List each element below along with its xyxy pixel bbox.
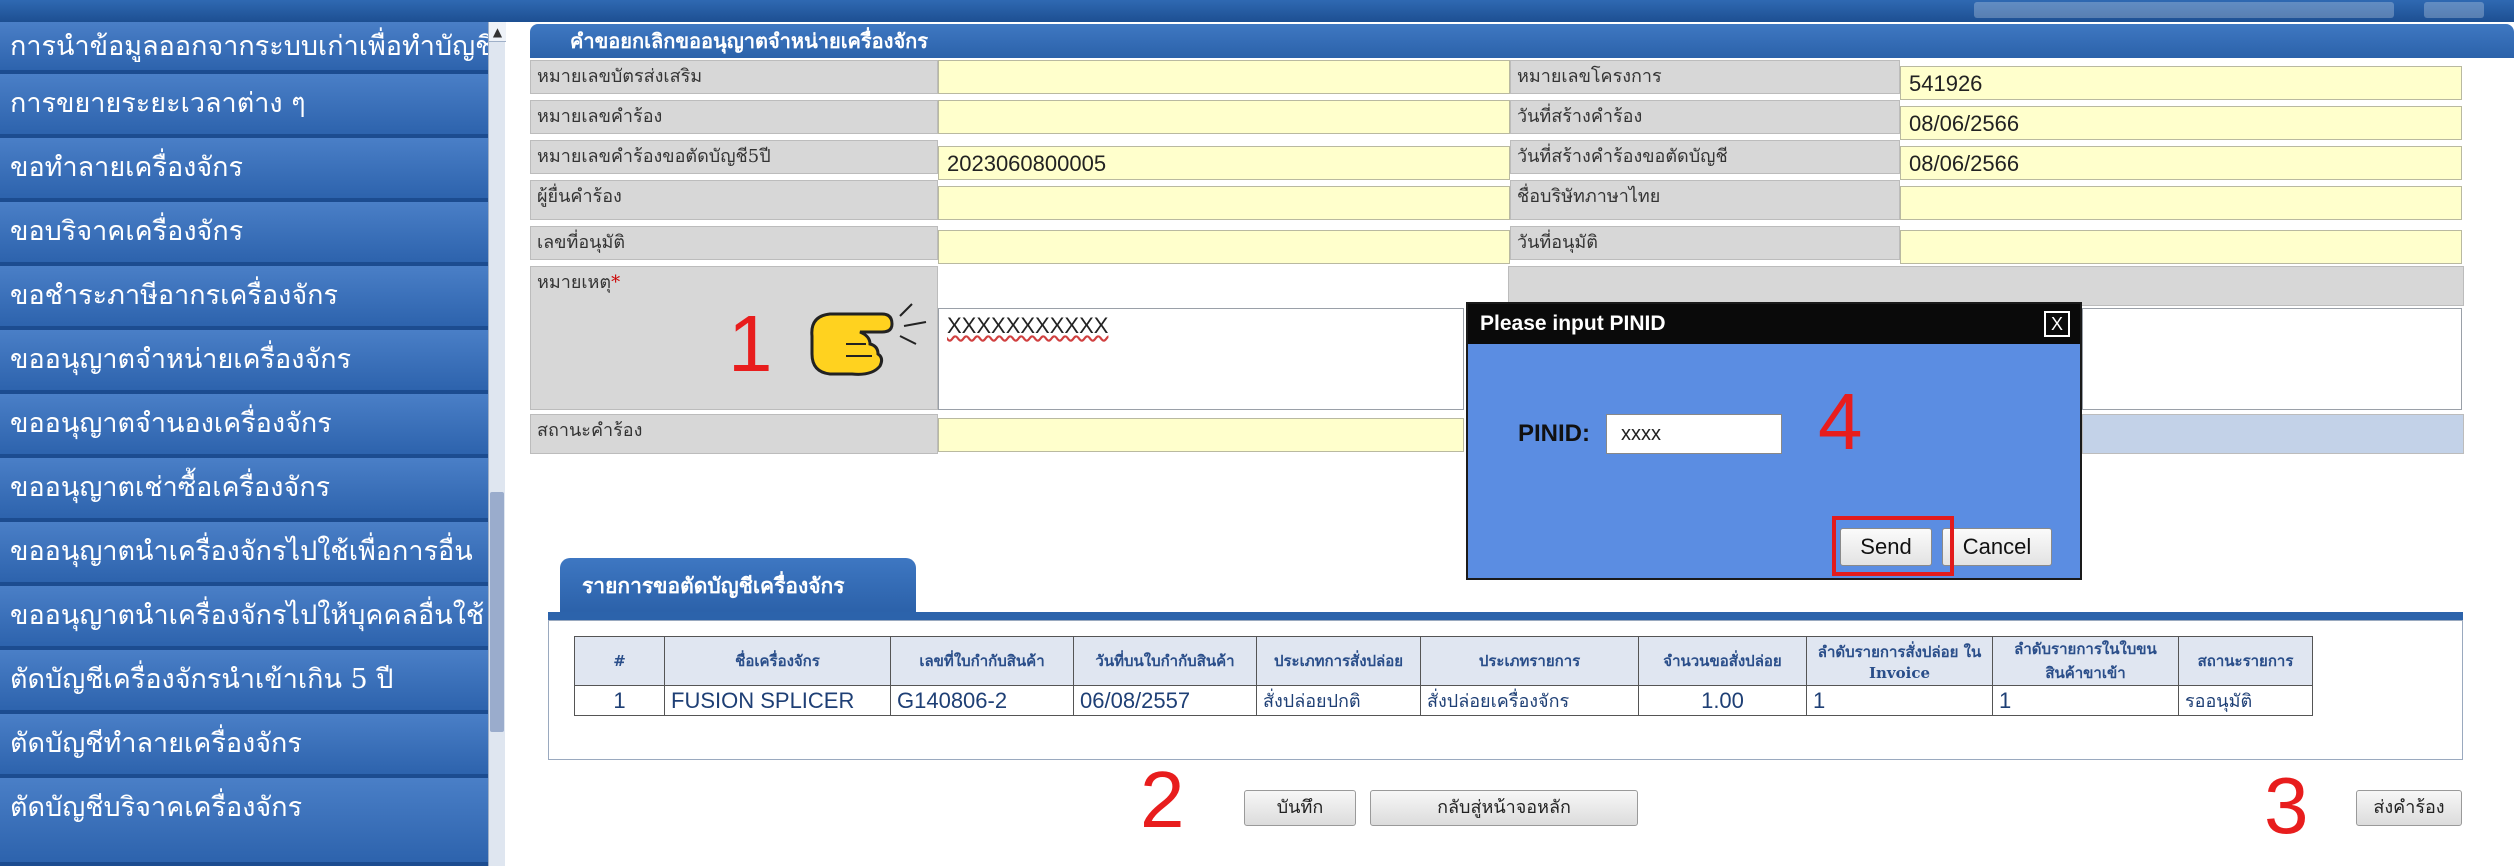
cell-item-type: สั่งปล่อยเครื่องจักร	[1420, 685, 1639, 716]
promo-card-field[interactable]	[938, 60, 1510, 94]
approval-date-field[interactable]	[1900, 230, 2462, 264]
top-bar	[0, 0, 2514, 22]
company-th-field[interactable]	[1900, 186, 2462, 220]
sidebar-item-sell-permit[interactable]: ขออนุญาตจำหน่ายเครื่องจักร	[0, 330, 488, 394]
company-th-label: ชื่อบริษัทภาษาไทย	[1510, 180, 1900, 220]
sidebar-item-cut-import-5y[interactable]: ตัดบัญชีเครื่องจักรนำเข้าเกิน 5 ปี	[0, 650, 488, 714]
th-invoice-seq: ลำดับรายการสั่งปล่อย ใน Invoice	[1806, 636, 1993, 686]
status-field[interactable]	[938, 418, 1464, 452]
submit-request-button[interactable]: ส่งคำร้อง	[2356, 790, 2462, 826]
th-release-type: ประเภทการสั่งปล่อย	[1256, 636, 1421, 686]
status-label: สถานะคำร้อง	[530, 414, 938, 454]
save-button[interactable]: บันทึก	[1244, 790, 1356, 826]
sidebar-item-other-use-permit[interactable]: ขออนุญาตนำเครื่องจักรไปใช้เพื่อการอื่น	[0, 522, 488, 586]
sidebar-item-mortgage-permit[interactable]: ขออนุญาตจำนองเครื่องจักร	[0, 394, 488, 458]
back-to-main-button[interactable]: กลับสู่หน้าจอหลัก	[1370, 790, 1638, 826]
cut-request-no-field[interactable]: 2023060800005	[938, 146, 1510, 180]
sidebar-item-cut-destroy[interactable]: ตัดบัญชีทำลายเครื่องจักร	[0, 714, 488, 778]
cut-request-created-field[interactable]: 08/06/2566	[1900, 146, 2462, 180]
sidebar-item-pay-tax[interactable]: ขอชำระภาษีอากรเครื่องจักร	[0, 266, 488, 330]
tab-machine-cut-list[interactable]: รายการขอตัดบัญชีเครื่องจักร	[560, 558, 916, 616]
pinid-label: PINID:	[1518, 420, 1590, 447]
top-controls-blurred	[2424, 2, 2484, 18]
table-row[interactable]: 1 FUSION SPLICER G140806-2 06/08/2557 สั…	[574, 685, 2313, 716]
cut-request-created-label: วันที่สร้างคำร้องขอตัดบัญชี	[1510, 140, 1900, 174]
approval-no-field[interactable]	[938, 230, 1510, 264]
th-invoice-no: เลขที่ใบกำกับสินค้า	[890, 636, 1074, 686]
close-icon[interactable]: X	[2044, 311, 2070, 337]
applicant-label: ผู้ยื่นคำร้อง	[530, 180, 938, 220]
app-root: การนำข้อมูลออกจากระบบเก่าเพื่อทำบัญชีใ ก…	[0, 0, 2514, 866]
user-info-blurred	[1974, 2, 2394, 18]
sidebar-item-destroy-machine[interactable]: ขอทำลายเครื่องจักร	[0, 138, 488, 202]
panel-title: คำขอยกเลิกขออนุญาตจำหน่ายเครื่องจักร	[530, 24, 2514, 58]
cell-release-type: สั่งปล่อยปกติ	[1256, 685, 1421, 716]
step-marker-1: 1	[728, 299, 773, 388]
sidebar-item-donate-machine[interactable]: ขอบริจาคเครื่องจักร	[0, 202, 488, 266]
applicant-field[interactable]	[938, 186, 1510, 220]
step-marker-3: 3	[2264, 761, 2309, 850]
cell-invoice-no: G140806-2	[890, 685, 1074, 716]
dialog-title: Please input PINID	[1468, 304, 2080, 344]
remark-textarea[interactable]: XXXXXXXXXXX	[938, 308, 1464, 410]
tab-underline	[548, 612, 2463, 620]
cancel-button[interactable]: Cancel	[1942, 528, 2052, 566]
project-no-label: หมายเลขโครงการ	[1510, 60, 1900, 94]
th-qty: จำนวนขอสั่งปล่อย	[1638, 636, 1807, 686]
pointing-hand-icon	[810, 303, 927, 376]
sidebar-item-lend-permit[interactable]: ขออนุญาตนำเครื่องจักรไปให้บุคคลอื่นใช้	[0, 586, 488, 650]
cell-machine: FUSION SPLICER	[664, 685, 891, 716]
th-invoice-date: วันที่บนใบกำกับสินค้า	[1073, 636, 1257, 686]
promo-card-label: หมายเลขบัตรส่งเสริม	[530, 60, 938, 94]
th-machine: ชื่อเครื่องจักร	[664, 636, 891, 686]
remark-textarea-right[interactable]	[2082, 308, 2462, 410]
sidebar-item-extend-time[interactable]: การขยายระยะเวลาต่าง ๆ	[0, 74, 488, 138]
step-marker-4: 4	[1818, 377, 1863, 466]
cell-status: รออนุมัติ	[2178, 685, 2313, 716]
scroll-up-arrow-icon[interactable]: ▲	[489, 22, 506, 42]
th-status: สถานะรายการ	[2178, 636, 2313, 686]
request-no-label: หมายเลขคำร้อง	[530, 100, 938, 134]
th-no: #	[574, 636, 665, 686]
machine-table: # ชื่อเครื่องจักร เลขที่ใบกำกับสินค้า วั…	[574, 636, 2313, 716]
send-button-highlight	[1832, 516, 1954, 576]
approval-no-label: เลขที่อนุมัติ	[530, 226, 938, 260]
sidebar-item-export-legacy[interactable]: การนำข้อมูลออกจากระบบเก่าเพื่อทำบัญชีใ	[0, 22, 488, 74]
pinid-dialog: Please input PINID X PINID: xxxx Send Ca…	[1466, 302, 2082, 580]
cell-invoice-seq: 1	[1806, 685, 1993, 716]
required-asterisk: *	[611, 272, 621, 293]
th-import-seq: ลำดับรายการในใบขน สินค้าขาเข้า	[1992, 636, 2179, 686]
request-created-label: วันที่สร้างคำร้อง	[1510, 100, 1900, 134]
remark-row-filler	[1508, 266, 2464, 306]
pinid-input[interactable]: xxxx	[1606, 414, 1782, 454]
cell-import-seq: 1	[1992, 685, 2179, 716]
step-marker-2: 2	[1140, 755, 1185, 844]
status-row-filler	[2082, 414, 2464, 454]
sidebar-item-cut-donate[interactable]: ตัดบัญชีบริจาคเครื่องจักร	[0, 778, 488, 866]
request-no-field[interactable]	[938, 100, 1510, 134]
sidebar-item-hire-purchase-permit[interactable]: ขออนุญาตเช่าซื้อเครื่องจักร	[0, 458, 488, 522]
cut-request-no-label: หมายเลขคำร้องขอตัดบัญชี5ปี	[530, 140, 938, 174]
request-created-field[interactable]: 08/06/2566	[1900, 106, 2462, 140]
remark-label-text: หมายเหตุ	[537, 272, 612, 293]
sidebar-scrollbar[interactable]: ▲	[488, 22, 506, 866]
scroll-thumb[interactable]	[490, 492, 504, 732]
project-no-field[interactable]: 541926	[1900, 66, 2462, 100]
th-item-type: ประเภทรายการ	[1420, 636, 1639, 686]
cell-qty: 1.00	[1638, 685, 1807, 716]
approval-date-label: วันที่อนุมัติ	[1510, 226, 1900, 260]
cell-no: 1	[574, 685, 665, 716]
cell-invoice-date: 06/08/2557	[1073, 685, 1257, 716]
